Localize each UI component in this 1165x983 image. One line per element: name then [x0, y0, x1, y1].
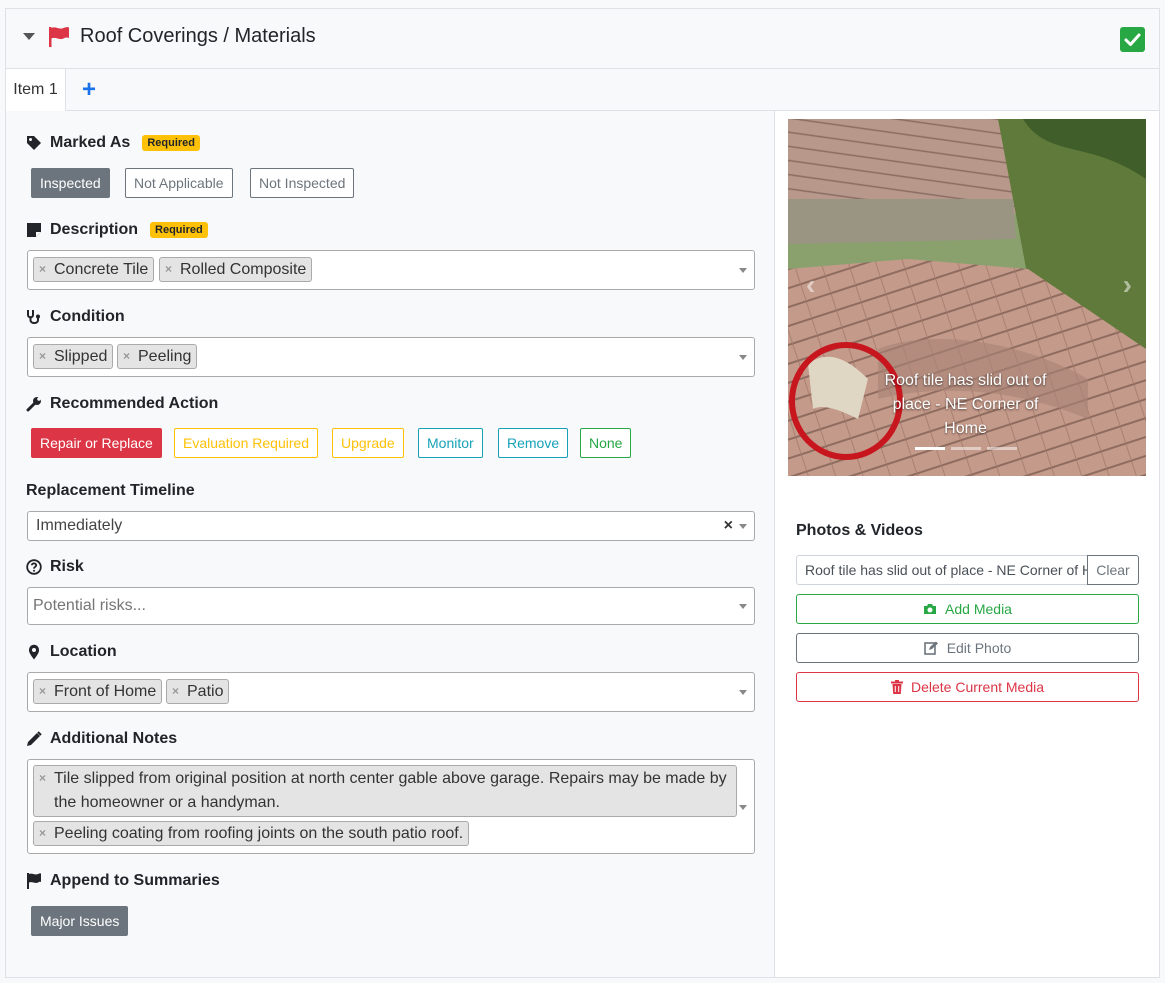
- section-header[interactable]: Roof Coverings / Materials: [6, 9, 1159, 69]
- remove-tag-icon[interactable]: ×: [39, 822, 46, 845]
- description-text: Description: [50, 221, 139, 238]
- required-badge: Required: [150, 222, 208, 238]
- chevron-left-icon[interactable]: ‹: [806, 269, 815, 301]
- remove-tag-icon[interactable]: ×: [123, 345, 130, 368]
- major-issues-button[interactable]: Major Issues: [31, 906, 129, 936]
- note-tag: × Peeling coating from roofing joints on …: [33, 821, 470, 846]
- recommended-action-text: Recommended Action: [50, 395, 219, 412]
- edit-icon: [923, 641, 938, 655]
- delete-media-button[interactable]: Delete Current Media: [796, 672, 1139, 702]
- flag-icon: [27, 873, 41, 889]
- chevron-down-icon[interactable]: [739, 690, 747, 695]
- edit-photo-button[interactable]: Edit Photo: [796, 633, 1139, 663]
- stethoscope-icon: [27, 310, 40, 324]
- condition-select[interactable]: × Slipped × Peeling: [27, 337, 755, 377]
- tab-item-1[interactable]: Item 1: [6, 69, 66, 111]
- collapse-caret-icon[interactable]: [23, 33, 35, 40]
- description-label: Description Required: [26, 221, 208, 239]
- flag-icon: [49, 27, 69, 47]
- monitor-button[interactable]: Monitor: [418, 428, 483, 458]
- wrench-icon: [26, 397, 41, 412]
- condition-label: Condition: [26, 308, 125, 326]
- remove-tag-icon[interactable]: ×: [39, 766, 46, 790]
- inspected-button[interactable]: Inspected: [31, 168, 110, 198]
- edit-photo-label: Edit Photo: [946, 640, 1012, 656]
- append-to-summaries-text: Append to Summaries: [50, 872, 220, 889]
- chevron-down-icon[interactable]: [739, 268, 747, 273]
- risk-text: Risk: [50, 558, 84, 575]
- additional-notes-text: Additional Notes: [50, 730, 178, 747]
- marked-as-label: Marked As Required: [26, 134, 201, 152]
- timeline-value: Immediately: [36, 517, 123, 534]
- clear-button[interactable]: Clear: [1087, 555, 1139, 585]
- remove-tag-icon[interactable]: ×: [39, 680, 46, 703]
- pencil-icon: [27, 731, 42, 746]
- camera-icon: [924, 604, 937, 614]
- media-carousel[interactable]: ‹ › Roof tile has slid out of place - NE…: [788, 119, 1146, 476]
- location-tag: × Front of Home: [33, 679, 163, 704]
- additional-notes-select[interactable]: × Tile slipped from original position at …: [27, 759, 755, 854]
- section-title: Roof Coverings / Materials: [80, 25, 316, 47]
- trash-icon: [890, 680, 903, 694]
- carousel-indicator[interactable]: [987, 447, 1017, 450]
- add-media-button[interactable]: Add Media: [796, 594, 1139, 624]
- none-button[interactable]: None: [580, 428, 632, 458]
- not-applicable-button[interactable]: Not Applicable: [125, 168, 233, 198]
- description-select[interactable]: × Concrete Tile × Rolled Composite: [27, 250, 755, 290]
- risk-label: Risk: [26, 558, 84, 576]
- map-marker-icon: [29, 644, 39, 660]
- chevron-down-icon[interactable]: [739, 804, 747, 810]
- evaluation-required-button[interactable]: Evaluation Required: [174, 428, 319, 458]
- remove-tag-icon[interactable]: ×: [172, 680, 179, 703]
- upgrade-button[interactable]: Upgrade: [332, 428, 404, 458]
- location-select[interactable]: × Front of Home × Patio: [27, 672, 755, 712]
- not-inspected-button[interactable]: Not Inspected: [250, 168, 355, 198]
- condition-tag: × Slipped: [33, 344, 114, 369]
- carousel-caption: Roof tile has slid out of place - NE Cor…: [884, 372, 1047, 437]
- risk-select[interactable]: Potential risks...: [27, 587, 755, 625]
- item-form: Marked As Required Inspected Not Applica…: [6, 111, 775, 977]
- condition-text: Condition: [50, 308, 125, 325]
- inspection-section: Roof Coverings / Materials Item 1 + Mark…: [5, 8, 1160, 978]
- sticky-note-icon: [27, 223, 41, 237]
- carousel-indicator[interactable]: [951, 447, 981, 450]
- carousel-indicator[interactable]: [915, 447, 945, 450]
- photos-videos-title: Photos & Videos: [796, 522, 923, 539]
- tag-icon: [27, 136, 41, 150]
- remove-button[interactable]: Remove: [498, 428, 569, 458]
- note-tag: × Tile slipped from original position at …: [33, 765, 737, 817]
- remove-tag-icon[interactable]: ×: [165, 258, 172, 281]
- caption-input[interactable]: Roof tile has slid out of place - NE Cor…: [796, 555, 1088, 585]
- clear-selection-icon[interactable]: ×: [724, 517, 733, 535]
- replacement-timeline-select[interactable]: Immediately ×: [27, 511, 755, 541]
- remove-tag-icon[interactable]: ×: [39, 258, 46, 281]
- recommended-action-label: Recommended Action: [26, 395, 218, 413]
- description-tag: × Rolled Composite: [159, 257, 313, 282]
- item-tabs: Item 1 +: [6, 69, 1159, 111]
- add-item-icon[interactable]: +: [82, 78, 96, 102]
- chevron-right-icon[interactable]: ›: [1123, 269, 1132, 301]
- location-tag: × Patio: [166, 679, 230, 704]
- media-panel: ‹ › Roof tile has slid out of place - NE…: [775, 111, 1159, 977]
- remove-tag-icon[interactable]: ×: [39, 345, 46, 368]
- additional-notes-label: Additional Notes: [26, 730, 177, 748]
- risk-placeholder: Potential risks...: [33, 597, 146, 614]
- question-circle-icon: [26, 559, 42, 575]
- description-tag: × Concrete Tile: [33, 257, 155, 282]
- check-icon: [1124, 33, 1141, 46]
- delete-media-label: Delete Current Media: [910, 679, 1045, 695]
- location-label: Location: [26, 643, 117, 661]
- add-media-label: Add Media: [945, 601, 1012, 617]
- complete-checkbox[interactable]: [1120, 27, 1145, 52]
- condition-tag: × Peeling: [117, 344, 198, 369]
- chevron-down-icon[interactable]: [739, 604, 747, 609]
- repair-or-replace-button[interactable]: Repair or Replace: [31, 428, 162, 458]
- chevron-down-icon[interactable]: [739, 355, 747, 360]
- location-text: Location: [50, 643, 117, 660]
- append-to-summaries-label: Append to Summaries: [26, 872, 220, 890]
- required-badge: Required: [142, 135, 201, 151]
- marked-as-text: Marked As: [50, 134, 131, 151]
- replacement-timeline-label: Replacement Timeline: [26, 482, 195, 499]
- chevron-down-icon[interactable]: [739, 524, 747, 529]
